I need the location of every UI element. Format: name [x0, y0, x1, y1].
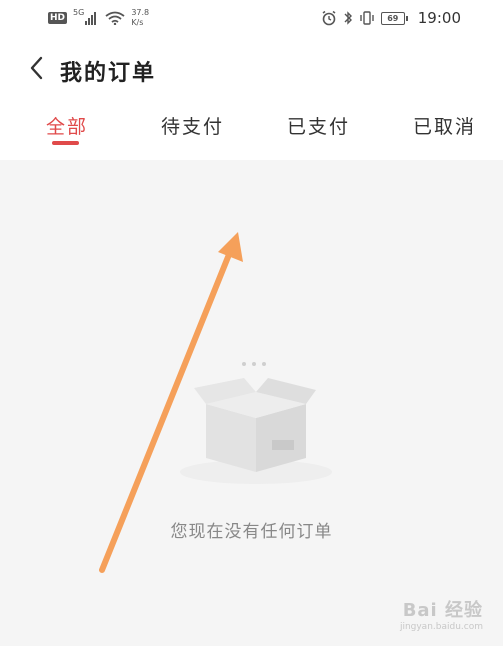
- tab-all[interactable]: 全部: [46, 112, 88, 139]
- status-right: 69 19:00: [321, 9, 461, 27]
- signal-icon: [85, 11, 97, 25]
- screen: HD 5G 37.8 K/s 69 19:00 我的订单 全部 待支付 已支付 …: [0, 0, 503, 646]
- battery-icon: 69: [380, 11, 408, 25]
- hd-badge: HD: [48, 12, 68, 24]
- baidu-watermark: Bai 经验 jingyan.baidu.com: [400, 596, 483, 632]
- empty-state-message: 您现在没有任何订单: [170, 522, 333, 542]
- vibrate-icon: [360, 11, 374, 25]
- battery-level: 69: [380, 11, 405, 25]
- header: 我的订单: [0, 48, 503, 88]
- watermark-url: jingyan.baidu.com: [399, 622, 483, 632]
- tab-cancelled[interactable]: 已取消: [413, 112, 476, 139]
- page-title: 我的订单: [60, 61, 157, 86]
- active-tab-indicator: [52, 141, 79, 145]
- back-arrow-icon[interactable]: [26, 54, 48, 82]
- alarm-icon: [322, 10, 336, 26]
- network-generation: 5G: [73, 7, 85, 17]
- bluetooth-icon: [344, 11, 352, 25]
- status-bar: HD 5G 37.8 K/s 69 19:00: [0, 0, 503, 40]
- tab-paid[interactable]: 已支付: [287, 112, 350, 139]
- status-left: HD 5G 37.8 K/s: [48, 8, 149, 28]
- watermark-logo: Bai 经验: [402, 600, 483, 621]
- clock: 19:00: [417, 9, 461, 27]
- speed-unit: K/s: [131, 18, 144, 27]
- order-list-area: 您现在没有任何订单: [0, 160, 503, 646]
- speed-value: 37.8: [131, 8, 150, 17]
- tab-pending-payment[interactable]: 待支付: [161, 112, 224, 139]
- empty-box-icon: [180, 362, 332, 484]
- wifi-icon: [105, 11, 125, 25]
- order-tabs: 全部 待支付 已支付 已取消: [0, 112, 503, 156]
- network-speed: 37.8 K/s: [131, 8, 149, 28]
